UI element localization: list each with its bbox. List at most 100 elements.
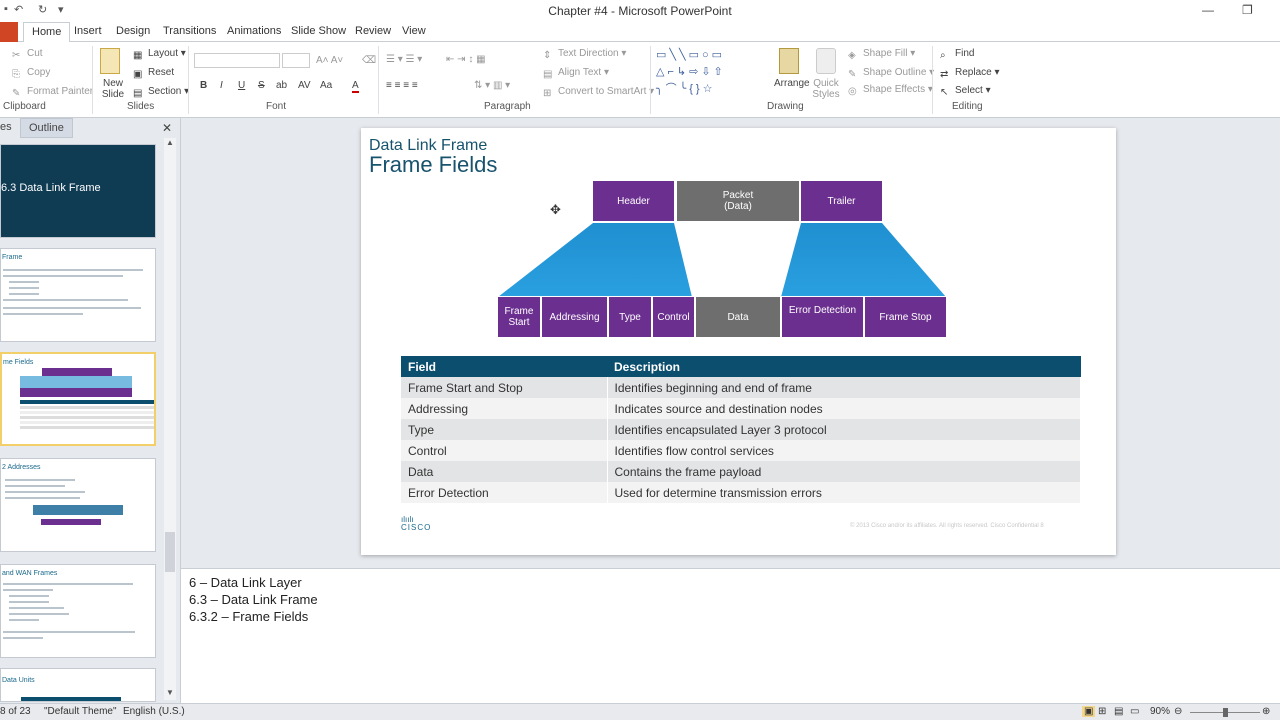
tab-view[interactable]: View xyxy=(402,25,426,37)
fill-icon: ◈ xyxy=(848,50,856,61)
slide-sorter-icon[interactable]: ⊞ xyxy=(1098,706,1106,717)
tab-insert[interactable]: Insert xyxy=(74,25,102,37)
notes-pane[interactable]: 6 – Data Link Layer 6.3 – Data Link Fram… xyxy=(181,568,1280,703)
quick-styles-icon[interactable] xyxy=(816,48,836,74)
thumb-title: Data Units xyxy=(2,677,35,684)
copy-button[interactable]: ⎘ Copy xyxy=(12,67,50,81)
thumb-title: me Fields xyxy=(3,359,34,366)
tab-slide-show[interactable]: Slide Show xyxy=(291,25,346,37)
scroll-down-icon[interactable]: ▼ xyxy=(166,688,174,697)
new-slide-icon[interactable] xyxy=(100,48,120,74)
slide-thumbnail-selected[interactable]: me Fields xyxy=(0,352,156,446)
tab-home[interactable]: Home xyxy=(23,22,71,43)
reset-button[interactable]: ▣ Reset xyxy=(133,67,174,81)
cursor-icon: ↖ xyxy=(940,87,949,98)
normal-view-icon[interactable]: ▣ xyxy=(1082,706,1096,717)
italic-button[interactable]: I xyxy=(220,80,223,91)
section-button[interactable]: ▤ Section ▾ xyxy=(133,86,189,100)
arrange-button[interactable]: Arrange xyxy=(774,78,810,89)
font-color-button[interactable]: A xyxy=(352,80,359,93)
find-button[interactable]: ⌕ Find xyxy=(940,48,974,62)
title-bar: ▪ ↶ ↻ ▾ Chapter #4 - Microsoft PowerPoin… xyxy=(0,0,1280,22)
field-frame-stop[interactable]: Frame Stop xyxy=(864,296,947,338)
shadow-button[interactable]: ab xyxy=(276,80,287,91)
text-direction-button[interactable]: ⇕ Text Direction ▾ xyxy=(543,48,626,62)
trailer-box[interactable]: Trailer xyxy=(800,180,883,222)
replace-icon: ⇄ xyxy=(940,69,949,80)
slide-thumbnail[interactable]: 6.3 Data Link Frame xyxy=(0,144,156,238)
underline-button[interactable]: U xyxy=(238,80,245,91)
tab-design[interactable]: Design xyxy=(116,25,150,37)
slide-thumbnail[interactable]: Data Units xyxy=(0,668,156,702)
shapes-gallery[interactable]: ▭╲╲▭○▭ △⌐↳⇨⇩⇧ ╮⌒╰{}☆ xyxy=(656,47,768,97)
quick-styles-button[interactable]: Quick Styles xyxy=(811,78,841,100)
close-pane-icon[interactable]: ✕ xyxy=(162,121,172,135)
tab-review[interactable]: Review xyxy=(355,25,391,37)
zoom-in-icon[interactable]: ⊕ xyxy=(1262,706,1270,717)
restore-icon[interactable]: ❐ xyxy=(1242,3,1253,17)
zoom-slider-thumb[interactable] xyxy=(1223,708,1228,717)
field-control[interactable]: Control xyxy=(652,296,695,338)
field-frame-start[interactable]: Frame Start xyxy=(497,296,541,338)
slideshow-icon[interactable]: ▭ xyxy=(1130,706,1139,717)
minimize-icon[interactable]: — xyxy=(1202,3,1214,17)
field-data[interactable]: Data xyxy=(695,296,781,338)
tab-animations[interactable]: Animations xyxy=(227,25,281,37)
align-text-button[interactable]: ▤ Align Text ▾ xyxy=(543,67,609,81)
frame-fields-table[interactable]: Field Description Frame Start and Stop Id… xyxy=(401,356,1081,503)
table-cell: Identifies beginning and end of frame xyxy=(607,377,1081,398)
thumb-title: Frame xyxy=(2,254,23,261)
field-error-detection[interactable]: Error Detection xyxy=(781,296,864,338)
clear-format-icon[interactable]: ⌫ xyxy=(362,55,376,66)
align-icons[interactable]: ≡ ≡ ≡ ≡ xyxy=(386,80,418,91)
strikethrough-button[interactable]: S xyxy=(258,80,265,91)
indent-icons[interactable]: ⇤ ⇥ ↕ ▦ xyxy=(446,54,486,65)
reading-view-icon[interactable]: ▤ xyxy=(1114,706,1123,717)
zoom-out-icon[interactable]: ⊖ xyxy=(1174,706,1182,717)
copy-icon: ⎘ xyxy=(12,69,20,80)
column-icons[interactable]: ⇅ ▾ ▥ ▾ xyxy=(474,80,510,91)
notes-line: 6.3.2 – Frame Fields xyxy=(189,609,309,624)
scroll-up-icon[interactable]: ▲ xyxy=(166,138,174,147)
slide-thumbnail[interactable]: Frame xyxy=(0,248,156,342)
packet-data-box[interactable]: Packet (Data) xyxy=(676,180,800,222)
shape-outline-button[interactable]: ✎ Shape Outline ▾ xyxy=(848,67,934,81)
field-addressing[interactable]: Addressing xyxy=(541,296,608,338)
paragraph-group-label: Paragraph xyxy=(484,101,531,112)
format-painter-button[interactable]: ✎ Format Painter xyxy=(12,86,93,100)
table-cell: Error Detection xyxy=(401,482,608,503)
header-box[interactable]: Header xyxy=(592,180,675,222)
shape-fill-button[interactable]: ◈ Shape Fill ▾ xyxy=(848,48,915,62)
language-indicator[interactable]: English (U.S.) xyxy=(123,706,185,717)
font-size-select[interactable] xyxy=(282,53,310,68)
table-header-field: Field xyxy=(401,356,607,377)
select-button[interactable]: ↖ Select ▾ xyxy=(940,85,991,99)
bold-button[interactable]: B xyxy=(200,80,207,91)
tab-transitions[interactable]: Transitions xyxy=(163,25,216,37)
bullets-icon[interactable]: ☰ ▾ ☰ ▾ xyxy=(386,54,422,65)
outline-icon: ✎ xyxy=(848,69,857,80)
shape-effects-button[interactable]: ◎ Shape Effects ▾ xyxy=(848,84,933,98)
convert-smartart-button[interactable]: ⊞ Convert to SmartArt ▾ xyxy=(543,86,654,100)
char-spacing-button[interactable]: AV xyxy=(298,80,311,91)
tab-outline[interactable]: Outline xyxy=(20,118,73,138)
field-type[interactable]: Type xyxy=(608,296,652,338)
scroll-thumb[interactable] xyxy=(165,532,175,572)
slide-thumbnail[interactable]: 2 Addresses xyxy=(0,458,156,552)
slides-pane-scrollbar[interactable]: ▲ ▼ xyxy=(164,138,176,700)
tab-slides[interactable]: es xyxy=(0,121,12,133)
slide-thumbnail[interactable]: and WAN Frames xyxy=(0,564,156,658)
cut-button[interactable]: ✂ Cut xyxy=(12,48,43,62)
arrange-icon[interactable] xyxy=(779,48,799,74)
zoom-level[interactable]: 90% xyxy=(1150,706,1170,717)
replace-button[interactable]: ⇄ Replace ▾ xyxy=(940,67,1000,81)
theme-name[interactable]: "Default Theme" xyxy=(44,706,117,717)
grow-font-icon[interactable]: A˄ A˅ xyxy=(316,55,343,66)
new-slide-button[interactable]: New Slide xyxy=(101,78,125,100)
divider xyxy=(92,46,93,114)
slide-canvas[interactable]: Data Link Frame Frame Fields Header Pack… xyxy=(361,128,1116,555)
font-name-select[interactable] xyxy=(194,53,280,68)
change-case-button[interactable]: Aa xyxy=(320,80,332,91)
layout-button[interactable]: ▦ Layout ▾ xyxy=(133,48,186,62)
file-tab[interactable] xyxy=(0,22,18,42)
